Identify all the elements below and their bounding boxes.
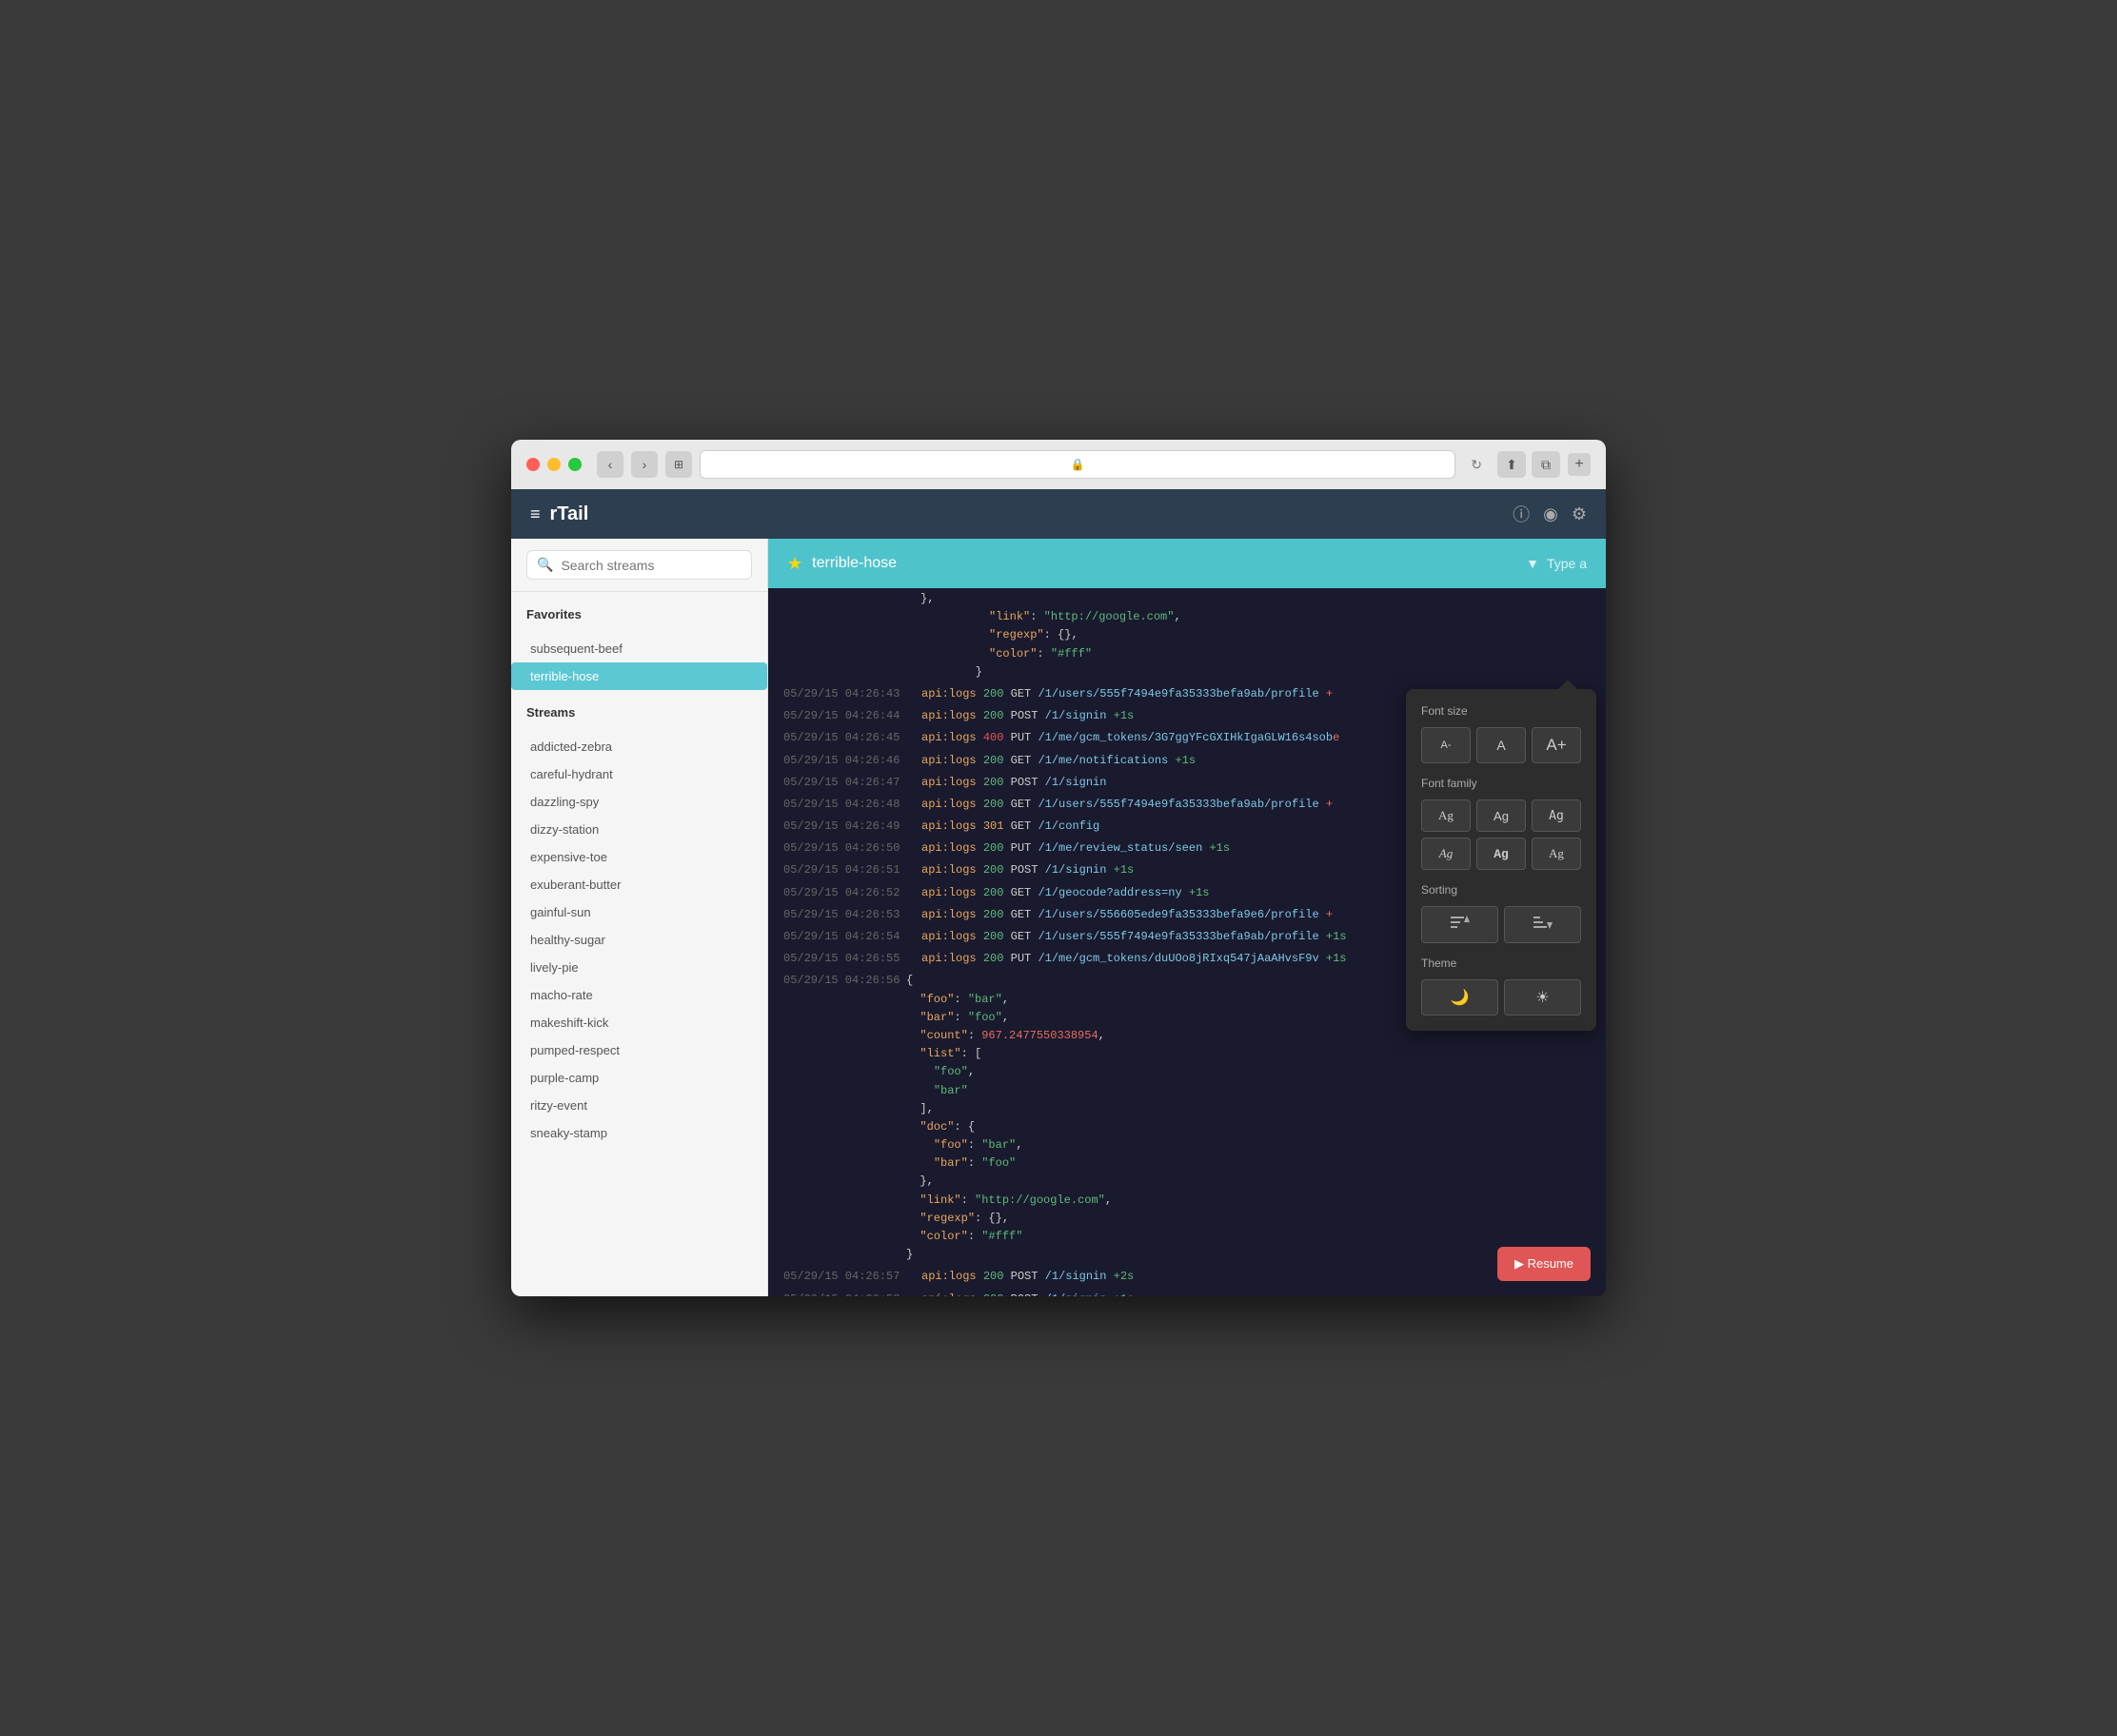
resume-button[interactable]: ▶ Resume (1497, 1247, 1591, 1281)
sorting-row (1421, 906, 1581, 943)
layout-button[interactable]: ⊞ (665, 451, 692, 478)
search-input[interactable] (561, 558, 742, 573)
sidebar-item-pumped-respect[interactable]: pumped-respect (511, 1036, 767, 1064)
address-bar[interactable]: 🔒 (700, 450, 1455, 479)
stream-header: ★ terrible-hose ▼ Type a (768, 539, 1606, 588)
theme-dark-button[interactable]: 🌙 (1421, 979, 1498, 1016)
share-button[interactable]: ⬆ (1497, 451, 1526, 478)
sidebar-item-sneaky-stamp[interactable]: sneaky-stamp (511, 1119, 767, 1147)
search-input-wrapper[interactable]: 🔍 (526, 550, 752, 580)
close-button[interactable] (526, 458, 540, 471)
font-size-smaller-button[interactable]: A- (1421, 727, 1471, 763)
sidebar-item-subsequent-beef[interactable]: subsequent-beef (511, 635, 767, 662)
sidebar-item-careful-hydrant[interactable]: careful-hydrant (511, 760, 767, 788)
streams-section: Streams (511, 690, 767, 733)
font-family-row: Ag Ag Ag Ag Ag Ag (1421, 799, 1581, 870)
sidebar-item-ritzy-event[interactable]: ritzy-event (511, 1092, 767, 1119)
streams-title: Streams (526, 705, 752, 720)
font-family-btn-6[interactable]: Ag (1532, 838, 1581, 870)
back-button[interactable]: ‹ (597, 451, 623, 478)
theme-title: Theme (1421, 957, 1581, 970)
sort-desc-button[interactable] (1504, 906, 1581, 943)
sidebar-item-purple-camp[interactable]: purple-camp (511, 1064, 767, 1092)
forward-button[interactable]: › (631, 451, 658, 478)
app-window: ‹ › ⊞ 🔒 ↻ ⬆ ⧉ + ≡ rTail ⓘ ◉ ⚙ (511, 440, 1606, 1296)
settings-popup: Font size A- A A+ Font family Ag Ag Ag A… (1406, 689, 1596, 1031)
font-family-btn-3[interactable]: Ag (1532, 799, 1581, 832)
sort-asc-button[interactable] (1421, 906, 1498, 943)
sidebar-item-healthy-sugar[interactable]: healthy-sugar (511, 926, 767, 954)
header-actions: ⓘ ◉ ⚙ (1513, 502, 1587, 526)
font-size-title: Font size (1421, 704, 1581, 718)
favorites-section: Favorites (511, 592, 767, 635)
traffic-lights (526, 458, 582, 471)
sidebar-item-gainful-sun[interactable]: gainful-sun (511, 898, 767, 926)
sidebar-item-terrible-hose[interactable]: terrible-hose (511, 662, 767, 690)
refresh-button[interactable]: ↻ (1471, 457, 1482, 473)
sidebar-item-makeshift-kick[interactable]: makeshift-kick (511, 1009, 767, 1036)
titlebar-actions: ⬆ ⧉ (1497, 451, 1560, 478)
app-main-wrapper: ≡ rTail ⓘ ◉ ⚙ 🔍 Favorites (511, 489, 1606, 1296)
search-icon: 🔍 (537, 557, 553, 573)
lock-icon: 🔒 (1071, 458, 1085, 471)
theme-light-button[interactable]: ☀ (1504, 979, 1581, 1016)
sidebar-item-dizzy-station[interactable]: dizzy-station (511, 816, 767, 843)
stream-star-icon[interactable]: ★ (787, 554, 802, 574)
stream-title: terrible-hose (812, 555, 897, 572)
info-button[interactable]: ⓘ (1513, 502, 1530, 526)
filter-placeholder[interactable]: Type a (1547, 556, 1587, 571)
sidebar-item-macho-rate[interactable]: macho-rate (511, 981, 767, 1009)
font-family-btn-4[interactable]: Ag (1421, 838, 1471, 870)
font-size-medium-button[interactable]: A (1476, 727, 1526, 763)
filter-icon: ▼ (1526, 556, 1539, 571)
sidebar-item-expensive-toe[interactable]: expensive-toe (511, 843, 767, 871)
new-tab-button[interactable]: + (1568, 453, 1591, 476)
settings-button[interactable]: ⚙ (1572, 502, 1587, 526)
font-size-row: A- A A+ (1421, 727, 1581, 763)
brand-name: rTail (550, 503, 589, 525)
globe-button[interactable]: ◉ (1543, 502, 1558, 526)
titlebar: ‹ › ⊞ 🔒 ↻ ⬆ ⧉ + (511, 440, 1606, 489)
log-entry: 05/29/15 04:26:58 api:logs 200 POST /1/s… (768, 1289, 1606, 1296)
clone-button[interactable]: ⧉ (1532, 451, 1560, 478)
font-size-larger-button[interactable]: A+ (1532, 727, 1581, 763)
font-family-btn-2[interactable]: Ag (1476, 799, 1526, 832)
json-pre-block: }, "link": "http://google.com", "regexp"… (768, 588, 1606, 683)
search-container: 🔍 (511, 539, 767, 592)
sidebar-item-dazzling-spy[interactable]: dazzling-spy (511, 788, 767, 816)
sidebar-item-exuberant-butter[interactable]: exuberant-butter (511, 871, 767, 898)
theme-row: 🌙 ☀ (1421, 979, 1581, 1016)
favorites-title: Favorites (526, 607, 752, 621)
maximize-button[interactable] (568, 458, 582, 471)
log-entry: 05/29/15 04:26:57 api:logs 200 POST /1/s… (768, 1266, 1606, 1288)
hamburger-icon[interactable]: ≡ (530, 504, 541, 524)
app-brand: ≡ rTail (530, 503, 588, 525)
sidebar: 🔍 Favorites subsequent-beef terrible-hos… (511, 539, 768, 1296)
sorting-title: Sorting (1421, 883, 1581, 897)
app-header: ≡ rTail ⓘ ◉ ⚙ (511, 489, 1606, 539)
stream-filter: ▼ Type a (1526, 556, 1587, 571)
content-wrapper: 🔍 Favorites subsequent-beef terrible-hos… (511, 539, 1606, 1296)
minimize-button[interactable] (547, 458, 561, 471)
font-family-title: Font family (1421, 777, 1581, 790)
font-family-btn-5[interactable]: Ag (1476, 838, 1526, 870)
sidebar-item-lively-pie[interactable]: lively-pie (511, 954, 767, 981)
sidebar-item-addicted-zebra[interactable]: addicted-zebra (511, 733, 767, 760)
font-family-btn-1[interactable]: Ag (1421, 799, 1471, 832)
